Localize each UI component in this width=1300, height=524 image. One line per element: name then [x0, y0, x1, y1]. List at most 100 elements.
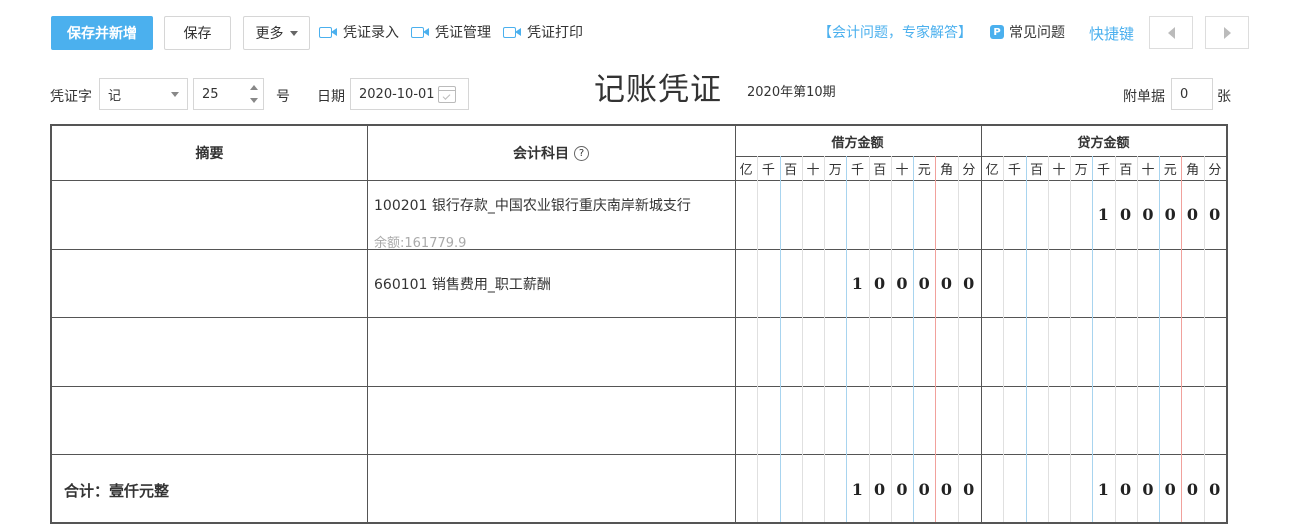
row-divider [52, 386, 1226, 387]
amount-digit: 0 [1186, 205, 1199, 224]
voucher-word-value: 记 [108, 88, 122, 104]
total-label: 合计：壹仟元整 [64, 482, 170, 500]
digit-divider [801, 156, 803, 522]
row-divider [52, 317, 1226, 318]
digit-unit-label: 十 [1052, 162, 1066, 178]
digit-divider [868, 156, 870, 522]
date-value: 2020-10-01 [359, 86, 435, 102]
amount-digit: 0 [1209, 480, 1221, 499]
faq-icon: P [990, 25, 1004, 39]
digit-unit-label: 百 [784, 162, 798, 178]
digit-unit-label: 分 [962, 162, 976, 178]
column-divider [367, 126, 368, 454]
amount-digit: 0 [1186, 480, 1199, 499]
amount-digit: 0 [963, 274, 975, 293]
digit-divider [1003, 156, 1005, 522]
amount-digit: 0 [1142, 205, 1154, 224]
amount-digit: 0 [896, 274, 908, 293]
amount-digit: 1 [851, 480, 863, 499]
amount-digit: 0 [874, 480, 886, 499]
attachment-count-input[interactable]: 0 [1171, 78, 1213, 110]
account-cell[interactable]: 660101 销售费用_职工薪酬 [374, 275, 704, 295]
arrow-right-icon [1223, 26, 1231, 39]
attachment-count-value: 0 [1180, 86, 1189, 102]
expert-answer-link[interactable]: 【会计问题，专家解答】 [818, 22, 972, 42]
attachment-suffix: 张 [1217, 89, 1231, 105]
digit-divider [779, 156, 781, 522]
digit-divider [846, 156, 848, 522]
account-cell[interactable]: 100201 银行存款_中国农业银行重庆南岸新城支行 [374, 196, 704, 216]
date-label: 日期 [317, 89, 345, 105]
chevron-down-icon [171, 92, 179, 97]
digit-unit-label: 千 [761, 162, 775, 178]
digit-divider [935, 156, 937, 522]
digit-unit-label: 十 [1141, 162, 1155, 178]
amount-digit: 0 [918, 274, 930, 293]
digit-unit-label: 十 [895, 162, 909, 178]
faq-label: 常见问题 [1009, 25, 1065, 41]
voucher-print-label: 凭证打印 [527, 25, 583, 41]
voucher-print-link[interactable]: 凭证打印 [503, 22, 583, 42]
amount-digit: 1 [1097, 205, 1109, 224]
account-column-header: 会计科目 ? [368, 126, 734, 180]
save-and-new-button[interactable]: 保存并新增 [51, 16, 153, 50]
digit-unit-label: 十 [806, 162, 820, 178]
arrow-left-icon [1167, 26, 1175, 39]
digit-unit-label: 万 [1074, 162, 1088, 178]
digit-unit-label: 万 [828, 162, 842, 178]
amount-digit: 1 [1097, 480, 1109, 499]
digit-unit-label: 千 [1096, 162, 1110, 178]
faq-link[interactable]: P 常见问题 [990, 22, 1065, 42]
column-divider [367, 454, 368, 522]
row-divider [52, 249, 1226, 250]
digit-divider [1070, 156, 1072, 522]
stepper-arrows-icon[interactable] [245, 79, 263, 109]
digit-unit-label: 元 [1163, 162, 1177, 178]
more-dropdown[interactable]: 更多 [243, 16, 310, 50]
more-label: 更多 [255, 26, 284, 42]
debit-column-header: 借方金额 [831, 136, 884, 151]
next-voucher-button[interactable] [1205, 16, 1249, 49]
video-camera-icon [319, 26, 337, 38]
account-column-label: 会计科目 [513, 146, 569, 162]
voucher-manage-link[interactable]: 凭证管理 [411, 22, 491, 42]
shortcut-link[interactable]: 快捷键 [1089, 23, 1134, 43]
amount-digit: 0 [963, 480, 975, 499]
amount-digit: 0 [940, 480, 953, 499]
accounting-period: 2020年第10期 [747, 85, 836, 100]
amount-digit: 1 [851, 274, 863, 293]
amount-digit: 0 [918, 480, 930, 499]
voucher-entry-link[interactable]: 凭证录入 [319, 22, 399, 42]
save-button[interactable]: 保存 [164, 16, 231, 50]
credit-column-header: 贷方金额 [1077, 136, 1130, 151]
voucher-entry-label: 凭证录入 [343, 25, 399, 41]
voucher-word-select[interactable]: 记 [99, 78, 188, 110]
digit-divider [1025, 156, 1027, 522]
column-divider [735, 126, 736, 522]
previous-voucher-button[interactable] [1149, 16, 1193, 49]
amount-digit: 0 [1164, 205, 1176, 224]
row-divider [52, 454, 1226, 455]
toolbar: 保存并新增 保存 更多 凭证录入 凭证管理 凭证打印 【会计问题，专家解答】 P… [0, 0, 1300, 66]
digit-unit-label: 角 [940, 162, 954, 178]
voucher-number-stepper[interactable]: 25 [193, 78, 264, 110]
digit-unit-label: 百 [873, 162, 887, 178]
digit-divider [1047, 156, 1049, 522]
digit-divider [824, 156, 826, 522]
row-divider [52, 180, 1226, 181]
help-icon[interactable]: ? [574, 145, 589, 161]
calendar-icon[interactable] [438, 86, 456, 103]
date-picker[interactable]: 2020-10-01 [350, 78, 469, 110]
amount-digit: 0 [1120, 205, 1132, 224]
page-title: 记账凭证 [594, 72, 722, 108]
number-suffix: 号 [276, 89, 290, 105]
video-camera-icon [503, 26, 521, 38]
amount-digit: 0 [1120, 480, 1132, 499]
digit-divider [890, 156, 892, 522]
video-camera-icon [411, 26, 429, 38]
voucher-word-label: 凭证字 [50, 89, 92, 105]
digit-unit-label: 亿 [985, 162, 999, 178]
digit-divider [913, 156, 915, 522]
digit-unit-label: 元 [917, 162, 931, 178]
digit-unit-label: 亿 [739, 162, 753, 178]
